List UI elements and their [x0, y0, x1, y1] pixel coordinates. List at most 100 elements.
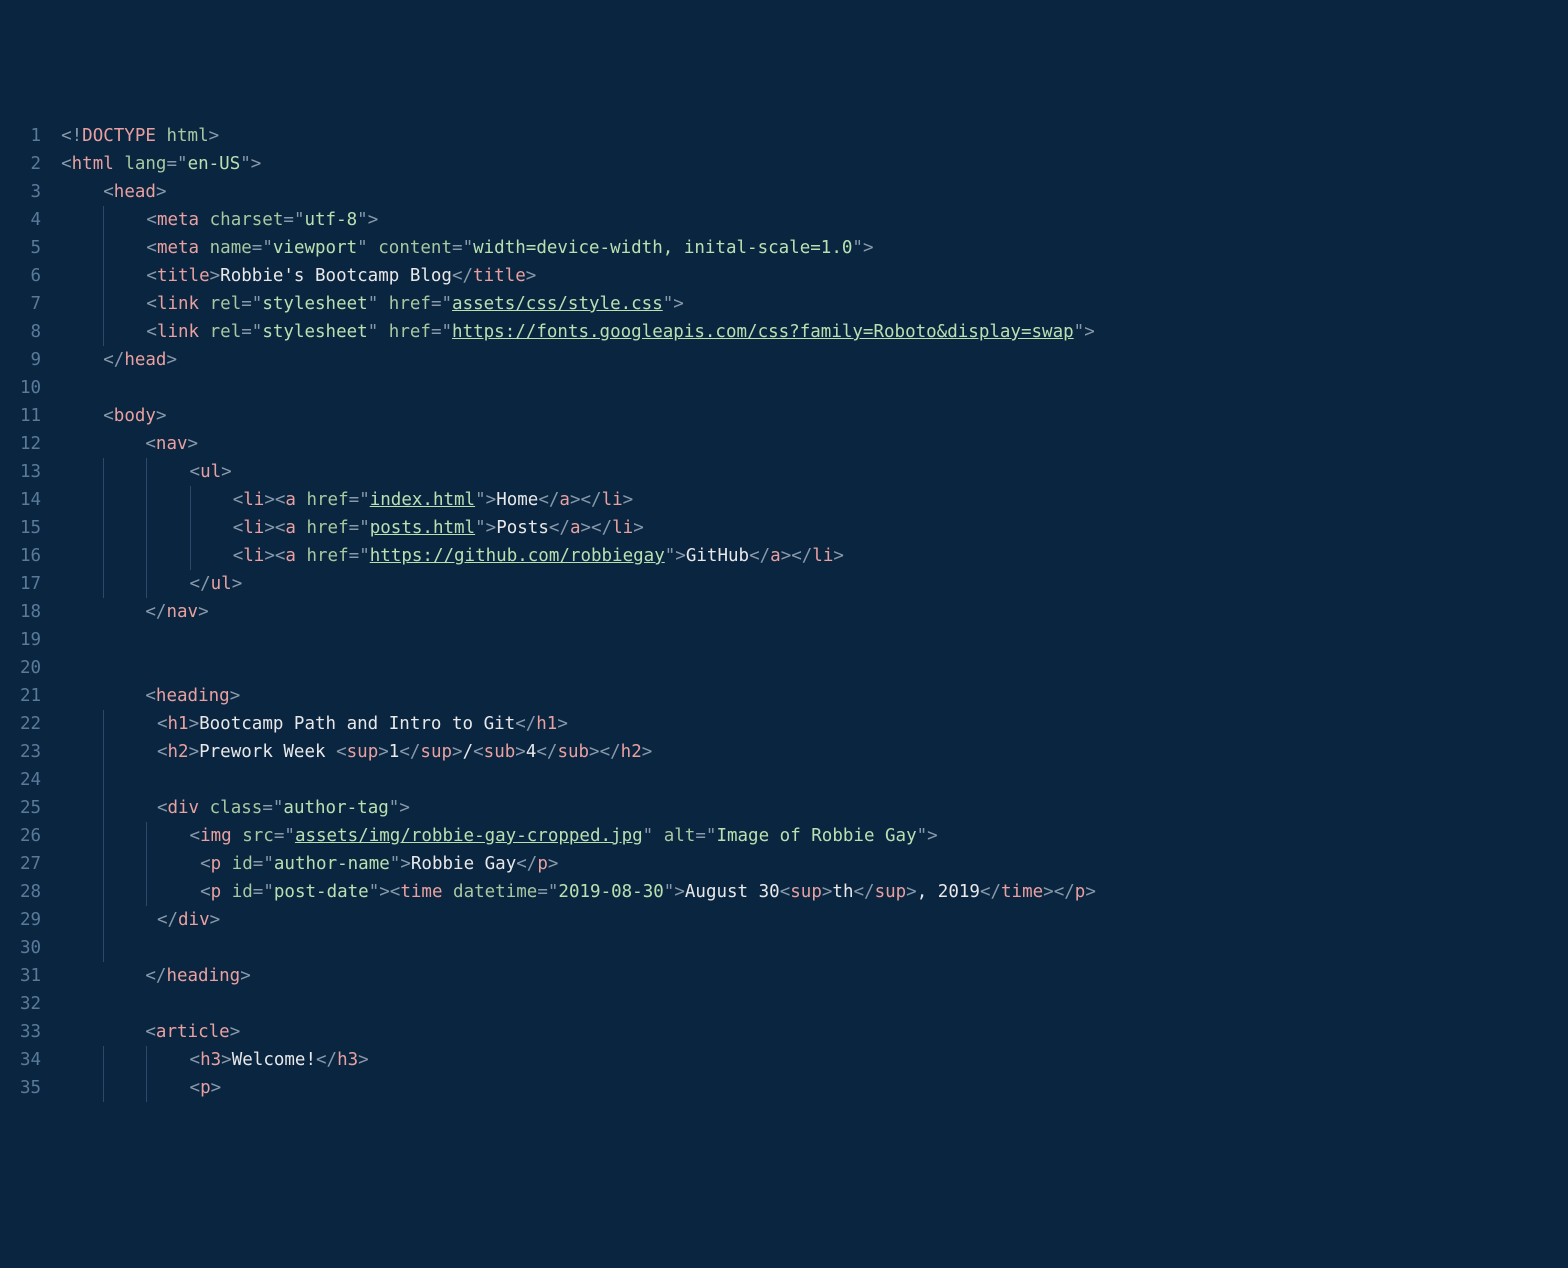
- code-line[interactable]: <li><a href="https://github.com/robbiega…: [61, 542, 1568, 570]
- code-line[interactable]: <li><a href="index.html">Home</a></li>: [61, 486, 1568, 514]
- code-line[interactable]: <link rel="stylesheet" href="assets/css/…: [61, 290, 1568, 318]
- line-number: 12: [20, 430, 41, 458]
- code-line[interactable]: <h3>Welcome!</h3>: [61, 1046, 1568, 1074]
- line-number: 15: [20, 514, 41, 542]
- token-t: a: [570, 518, 581, 538]
- code-line[interactable]: <p id="author-name">Robbie Gay</p>: [61, 850, 1568, 878]
- token-tx: , 2019: [917, 882, 980, 902]
- code-line[interactable]: <head>: [61, 178, 1568, 206]
- token-p: ": [663, 294, 674, 314]
- token-p: ": [284, 826, 295, 846]
- token-t: h1: [167, 714, 188, 734]
- token-t: nav: [156, 434, 188, 454]
- token-t: link: [157, 322, 199, 342]
- token-t: div: [167, 798, 199, 818]
- code-line[interactable]: <h2>Prework Week <sup>1</sup>/<sub>4</su…: [61, 738, 1568, 766]
- token-p: =: [452, 238, 463, 258]
- token-p: ": [475, 490, 486, 510]
- token-su: assets/img/robbie-gay-cropped.jpg: [295, 826, 643, 846]
- code-line[interactable]: <html lang="en-US">: [61, 150, 1568, 178]
- code-line[interactable]: <title>Robbie's Bootcamp Blog</title>: [61, 262, 1568, 290]
- line-number: 1: [20, 122, 41, 150]
- token-p: =: [253, 854, 264, 874]
- code-line[interactable]: [61, 626, 1568, 654]
- token-p: >: [189, 714, 200, 734]
- token-p: ": [359, 546, 370, 566]
- code-line[interactable]: </div>: [61, 906, 1568, 934]
- token-t: meta: [157, 238, 199, 258]
- token-p: ": [263, 882, 274, 902]
- token-p: <: [61, 154, 72, 174]
- token-p: ></: [581, 518, 613, 538]
- code-line[interactable]: [61, 654, 1568, 682]
- token-p: </: [516, 854, 537, 874]
- token-p: <: [145, 434, 156, 454]
- code-line[interactable]: <heading>: [61, 682, 1568, 710]
- code-line[interactable]: <img src="assets/img/robbie-gay-cropped.…: [61, 822, 1568, 850]
- token-p: >: [1085, 882, 1096, 902]
- code-line[interactable]: <meta charset="utf-8">: [61, 206, 1568, 234]
- token-tx: August 30: [685, 882, 780, 902]
- code-line[interactable]: <ul>: [61, 458, 1568, 486]
- token-t: li: [243, 546, 264, 566]
- code-line[interactable]: </nav>: [61, 598, 1568, 626]
- code-line[interactable]: <!DOCTYPE html>: [61, 122, 1568, 150]
- line-number: 10: [20, 374, 41, 402]
- code-line[interactable]: [61, 934, 1568, 962]
- code-line[interactable]: <body>: [61, 402, 1568, 430]
- token-su: posts.html: [370, 518, 475, 538]
- token-p: ": [852, 238, 863, 258]
- code-area[interactable]: <!DOCTYPE html><html lang="en-US"> <head…: [61, 112, 1568, 1112]
- code-line[interactable]: </ul>: [61, 570, 1568, 598]
- token-p: ": [389, 798, 400, 818]
- token-p: >: [486, 490, 497, 510]
- token-t: a: [770, 546, 781, 566]
- token-p: =: [349, 546, 360, 566]
- token-t: p: [211, 882, 222, 902]
- code-line[interactable]: [61, 374, 1568, 402]
- token-p: >: [378, 742, 389, 762]
- code-line[interactable]: <meta name="viewport" content="width=dev…: [61, 234, 1568, 262]
- token-p: >: [863, 238, 874, 258]
- token-p: >: [221, 1050, 232, 1070]
- token-p: ": [664, 882, 675, 902]
- line-number: 29: [20, 906, 41, 934]
- token-p: ": [643, 826, 654, 846]
- token-p: >: [209, 126, 220, 146]
- code-line[interactable]: [61, 766, 1568, 794]
- code-line[interactable]: <div class="author-tag">: [61, 794, 1568, 822]
- code-line[interactable]: <h1>Bootcamp Path and Intro to Git</h1>: [61, 710, 1568, 738]
- code-line[interactable]: <p id="post-date"><time datetime="2019-0…: [61, 878, 1568, 906]
- line-number-gutter: 1234567891011121314151617181920212223242…: [0, 112, 61, 1112]
- token-p: <: [103, 182, 114, 202]
- token-t: sub: [557, 742, 589, 762]
- token-p: ": [252, 294, 263, 314]
- token-p: </: [157, 910, 178, 930]
- token-p: </: [549, 518, 570, 538]
- token-p: ": [441, 294, 452, 314]
- token-p: =: [431, 322, 442, 342]
- code-line[interactable]: <p>: [61, 1074, 1568, 1102]
- token-p: =: [262, 798, 273, 818]
- code-line[interactable]: [61, 990, 1568, 1018]
- token-s: utf-8: [304, 210, 357, 230]
- token-t: a: [285, 518, 296, 538]
- code-editor[interactable]: 1234567891011121314151617181920212223242…: [0, 112, 1568, 1112]
- token-t: sup: [790, 882, 822, 902]
- token-tx: th: [832, 882, 853, 902]
- token-p: </: [145, 966, 166, 986]
- code-line[interactable]: <li><a href="posts.html">Posts</a></li>: [61, 514, 1568, 542]
- token-p: ></: [589, 742, 621, 762]
- code-line[interactable]: <article>: [61, 1018, 1568, 1046]
- code-line[interactable]: <link rel="stylesheet" href="https://fon…: [61, 318, 1568, 346]
- code-line[interactable]: <nav>: [61, 430, 1568, 458]
- code-line[interactable]: </heading>: [61, 962, 1568, 990]
- line-number: 27: [20, 850, 41, 878]
- token-t: li: [243, 518, 264, 538]
- token-p: =: [274, 826, 285, 846]
- code-line[interactable]: </head>: [61, 346, 1568, 374]
- token-p: <: [157, 742, 168, 762]
- token-p: <: [233, 518, 244, 538]
- token-t: p: [537, 854, 548, 874]
- token-p: ": [706, 826, 717, 846]
